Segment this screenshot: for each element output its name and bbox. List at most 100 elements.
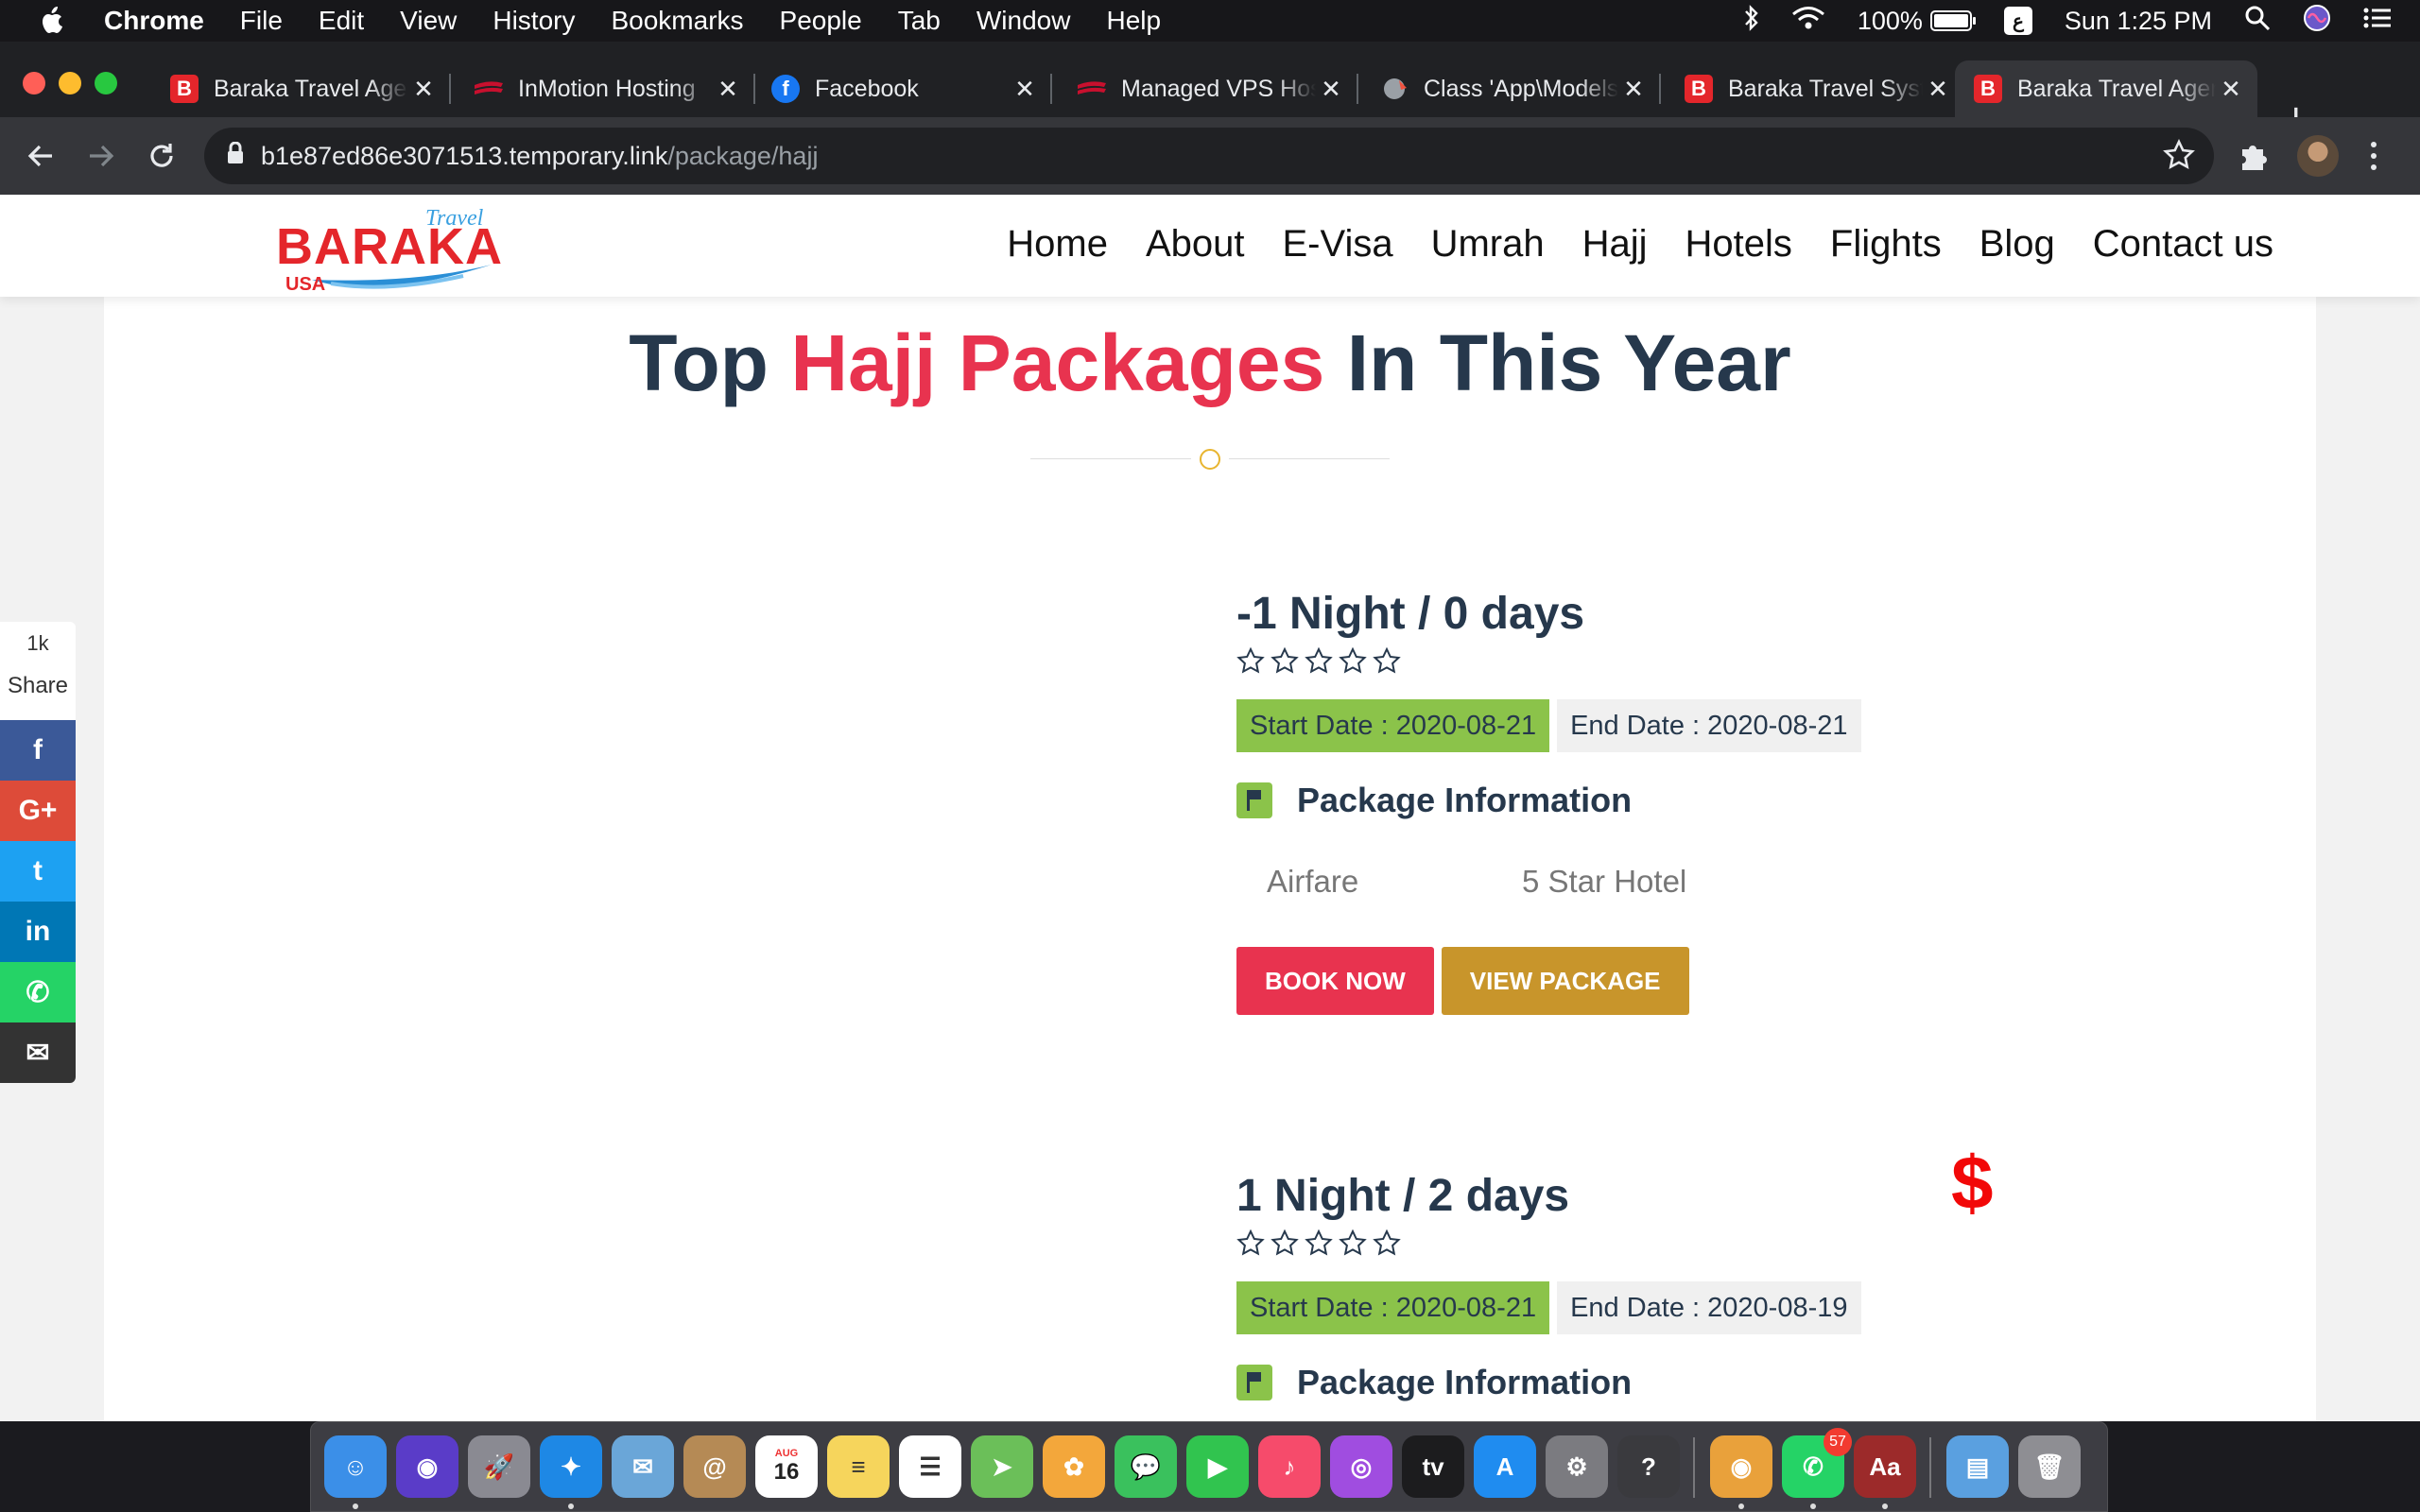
input-source-icon[interactable]: ع: [2003, 7, 2032, 35]
trash-icon[interactable]: 🗑: [2018, 1435, 2081, 1498]
feature-hotel: 5 Star Hotel: [1522, 864, 1687, 899]
nav-about[interactable]: About: [1146, 223, 1245, 266]
close-window-button[interactable]: [23, 72, 45, 94]
extensions-puzzle-icon[interactable]: [2238, 140, 2271, 176]
contacts-icon[interactable]: @: [683, 1435, 746, 1498]
address-bar[interactable]: b1e87ed86e3071513.temporary.link/package…: [204, 128, 2214, 184]
nav-evisa[interactable]: E-Visa: [1282, 223, 1392, 266]
dictionary-icon[interactable]: Aa: [1854, 1435, 1916, 1498]
finder-icon[interactable]: ☺: [324, 1435, 387, 1498]
browser-tab[interactable]: B Baraka Travel Agency✕: [151, 60, 451, 117]
nav-hotels[interactable]: Hotels: [1685, 223, 1792, 266]
facetime-icon[interactable]: ▶: [1186, 1435, 1249, 1498]
browser-tab[interactable]: InMotion Hosting ✕: [456, 60, 755, 117]
apple-tv-icon[interactable]: tv: [1402, 1435, 1464, 1498]
facebook-f-icon: f: [771, 75, 800, 103]
back-button[interactable]: [17, 132, 64, 180]
close-tab-icon[interactable]: ✕: [713, 75, 743, 104]
section-title-post: In This Year: [1346, 318, 1791, 407]
flag-icon: [1236, 782, 1272, 818]
chrome-menu-icon[interactable]: [2371, 142, 2377, 170]
close-tab-icon[interactable]: ✕: [408, 75, 439, 104]
close-tab-icon[interactable]: ✕: [1618, 75, 1649, 104]
siri-icon[interactable]: ◉: [396, 1435, 458, 1498]
share-whatsapp-icon[interactable]: ✆: [0, 962, 76, 1022]
star-rating: [1236, 646, 2087, 680]
nav-contact-us[interactable]: Contact us: [2093, 223, 2273, 266]
social-share-bar: 1k Share f G+ t in ✆ ✉: [0, 622, 76, 1083]
chrome-icon[interactable]: ◉: [1710, 1435, 1772, 1498]
close-tab-icon[interactable]: ✕: [1923, 75, 1953, 104]
menu-view[interactable]: View: [400, 6, 457, 36]
tab-title: Baraka Travel Agency: [2017, 75, 2216, 102]
siri-icon[interactable]: [2303, 4, 2331, 39]
nav-blog[interactable]: Blog: [1979, 223, 2055, 266]
downloads-folder-icon[interactable]: ▤: [1946, 1435, 2009, 1498]
browser-tab[interactable]: f Facebook ✕: [752, 60, 1052, 117]
menu-app-chrome[interactable]: Chrome: [104, 6, 204, 36]
wifi-icon[interactable]: [1791, 6, 1825, 37]
nav-hajj[interactable]: Hajj: [1582, 223, 1648, 266]
menu-tab[interactable]: Tab: [898, 6, 941, 36]
close-tab-icon[interactable]: ✕: [2216, 75, 2246, 104]
spotlight-search-icon[interactable]: [2244, 5, 2271, 38]
messages-icon[interactable]: 💬: [1115, 1435, 1177, 1498]
menubar-clock[interactable]: Sun 1:25 PM: [2065, 7, 2212, 36]
safari-icon[interactable]: ✦: [540, 1435, 602, 1498]
menu-bookmarks[interactable]: Bookmarks: [611, 6, 743, 36]
share-email-icon[interactable]: ✉: [0, 1022, 76, 1083]
reminders-icon[interactable]: ☰: [899, 1435, 961, 1498]
app-store-icon[interactable]: A: [1474, 1435, 1536, 1498]
package-features: Airfare 5 Star Hotel: [1236, 864, 2087, 900]
share-google-plus-icon[interactable]: G+: [0, 781, 76, 841]
menu-edit[interactable]: Edit: [319, 6, 364, 36]
apple-menu-icon[interactable]: [0, 7, 104, 35]
notification-center-icon[interactable]: [2363, 7, 2392, 36]
calendar-icon[interactable]: AUG 16: [755, 1435, 818, 1498]
lock-icon[interactable]: [227, 141, 244, 171]
maps-icon[interactable]: ➤: [971, 1435, 1033, 1498]
menu-file[interactable]: File: [240, 6, 283, 36]
close-tab-icon[interactable]: ✕: [1316, 75, 1346, 104]
package-information-label: Package Information: [1297, 781, 1633, 819]
main-navigation: Home About E-Visa Umrah Hajj Hotels Flig…: [1007, 223, 2273, 266]
package-information-label: Package Information: [1297, 1363, 1633, 1401]
podcasts-icon[interactable]: ◎: [1330, 1435, 1392, 1498]
share-twitter-icon[interactable]: t: [0, 841, 76, 902]
bookmark-star-icon[interactable]: [2163, 138, 2195, 178]
nav-home[interactable]: Home: [1007, 223, 1108, 266]
book-now-button[interactable]: BOOK NOW: [1236, 947, 1434, 1015]
browser-tab[interactable]: B Baraka Travel System✕: [1666, 60, 1964, 117]
share-facebook-icon[interactable]: f: [0, 720, 76, 781]
close-tab-icon[interactable]: ✕: [1010, 75, 1040, 104]
url-host: b1e87ed86e3071513.temporary.link: [261, 141, 668, 170]
baraka-logo[interactable]: Travel BARAKA USA: [274, 206, 502, 295]
share-linkedin-icon[interactable]: in: [0, 902, 76, 962]
reload-button[interactable]: [138, 132, 185, 180]
forward-button[interactable]: [78, 132, 125, 180]
profile-avatar[interactable]: [2297, 135, 2339, 177]
notes-icon[interactable]: ≡: [827, 1435, 890, 1498]
browser-tab[interactable]: Class 'App\Models' ✕: [1361, 60, 1661, 117]
battery-status[interactable]: 100%: [1858, 7, 1976, 36]
help-icon[interactable]: ?: [1617, 1435, 1680, 1498]
menu-history[interactable]: History: [493, 6, 575, 36]
minimize-window-button[interactable]: [59, 72, 81, 94]
view-package-button[interactable]: VIEW PACKAGE: [1441, 947, 1689, 1015]
bluetooth-icon[interactable]: [1744, 4, 1759, 38]
laravel-globe-icon: [1380, 75, 1409, 103]
menu-window[interactable]: Window: [977, 6, 1071, 36]
photos-icon[interactable]: ✿: [1043, 1435, 1105, 1498]
nav-umrah[interactable]: Umrah: [1431, 223, 1545, 266]
music-icon[interactable]: ♪: [1258, 1435, 1321, 1498]
zoom-window-button[interactable]: [95, 72, 117, 94]
browser-tab[interactable]: Managed VPS Hosting✕: [1059, 60, 1358, 117]
browser-tab[interactable]: B Baraka Travel Agency✕: [1955, 60, 2257, 117]
package-card-1: -1 Night / 0 days Start Date : 2020-08-2…: [1236, 588, 2087, 1225]
mail-bird-icon[interactable]: ✉: [612, 1435, 674, 1498]
system-preferences-icon[interactable]: ⚙: [1546, 1435, 1608, 1498]
menu-help[interactable]: Help: [1106, 6, 1161, 36]
menu-people[interactable]: People: [780, 6, 862, 36]
launchpad-icon[interactable]: 🚀: [468, 1435, 530, 1498]
nav-flights[interactable]: Flights: [1830, 223, 1942, 266]
